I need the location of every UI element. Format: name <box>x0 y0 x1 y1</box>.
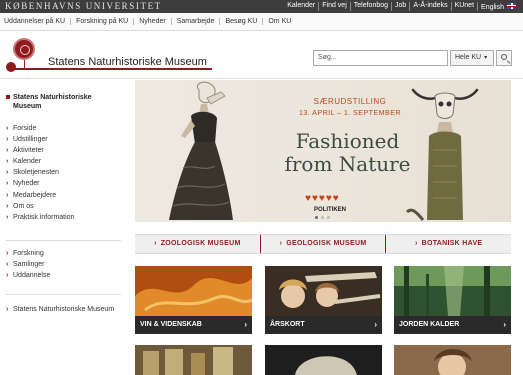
header-rule <box>12 68 212 70</box>
sidebar-menu-main: Forside Udstillinger Aktiviteter Kalende… <box>6 123 126 223</box>
banner-headline-line2: from Nature <box>284 152 411 176</box>
nav-item-about[interactable]: Om KU <box>262 18 296 25</box>
wine-science-image <box>135 266 252 316</box>
top-link-index[interactable]: A-Å-indeks <box>409 2 450 11</box>
university-seal-logo[interactable] <box>13 38 35 60</box>
portrait-image[interactable] <box>394 345 511 375</box>
site-title[interactable]: Statens Naturhistoriske Museum <box>48 56 207 68</box>
chevron-right-icon: › <box>279 240 283 247</box>
tile-caption-label: ÅRSKORT <box>270 321 305 328</box>
carousel-pager <box>315 216 330 219</box>
museum-category-bar: › ZOOLOGISK MUSEUM › GEOLOGISK MUSEUM › BOT… <box>135 234 511 254</box>
chevron-right-icon: › <box>154 240 157 247</box>
sidebar-divider <box>6 294 121 295</box>
exhibition-banner[interactable]: SÆRUDSTILLING 13. APRIL – 1. SEPTEMBER F… <box>135 80 511 222</box>
category-botanical-garden[interactable]: › BOTANISK HAVE <box>385 235 511 253</box>
sidebar-item-kalender[interactable]: Kalender <box>6 156 126 167</box>
carousel-dot[interactable] <box>315 216 318 219</box>
chevron-right-icon: › <box>503 320 506 329</box>
nav-item-education[interactable]: Uddannelser på KU <box>4 18 70 25</box>
sidebar-item-snm[interactable]: Statens Naturhistoriske Museum <box>6 304 126 315</box>
skull-image[interactable] <box>265 345 382 375</box>
nav-item-collaboration[interactable]: Samarbejde <box>170 18 220 25</box>
search-input[interactable]: Søg... <box>313 50 448 66</box>
annual-pass-image <box>265 266 382 316</box>
university-topbar: KØBENHAVNS UNIVERSITET Kalender Find vej… <box>0 0 523 13</box>
sidebar-divider <box>6 240 121 241</box>
university-brand[interactable]: KØBENHAVNS UNIVERSITET <box>5 1 162 11</box>
sidebar-item-skoletjenesten[interactable]: Skoletjenesten <box>6 167 126 178</box>
chevron-right-icon: › <box>244 320 247 329</box>
sidebar-item-udstillinger[interactable]: Udstillinger <box>6 134 126 145</box>
sidebar-heading-label: Statens Naturhistoriske Museum <box>13 94 92 110</box>
top-link-english-label: English <box>481 4 504 11</box>
tile-earth-calling[interactable]: JORDEN KALDER › <box>394 266 511 334</box>
tile-caption-label: VIN & VIDENSKAB <box>140 321 202 328</box>
tile-caption: VIN & VIDENSKAB › <box>135 316 252 334</box>
sidebar-item-uddannelse[interactable]: Uddannelse <box>6 270 126 281</box>
search-button[interactable] <box>496 50 512 66</box>
forest-image <box>394 266 511 316</box>
sidebar-menu-secondary: Forskning Samlinger Uddannelse <box>6 248 126 281</box>
sidebar-item-samlinger[interactable]: Samlinger <box>6 259 126 270</box>
search-scope-select[interactable]: Hele KU ▾ <box>450 50 494 66</box>
carousel-dot[interactable] <box>321 216 324 219</box>
uk-flag-icon <box>507 3 516 9</box>
top-link-phonebook[interactable]: Telefonbog <box>349 2 391 11</box>
top-link-kunet[interactable]: KUnet <box>450 2 477 11</box>
header-divider <box>0 78 523 79</box>
search-icon <box>501 54 507 60</box>
chevron-right-icon: › <box>374 320 377 329</box>
top-link-find-way[interactable]: Find vej <box>318 2 350 11</box>
sidebar-menu-footer: Statens Naturhistoriske Museum <box>6 304 126 315</box>
top-link-job[interactable]: Job <box>391 2 409 11</box>
sidebar-item-praktisk-information[interactable]: Praktisk information <box>6 212 126 223</box>
tile-wine-science[interactable]: VIN & VIDENSKAB › <box>135 266 252 334</box>
nav-item-research[interactable]: Forskning på KU <box>70 18 133 25</box>
tile-caption: JORDEN KALDER › <box>394 316 511 334</box>
model-with-skull-illustration <box>169 81 233 220</box>
tile-caption: ÅRSKORT › <box>265 316 382 334</box>
tile-caption-label: JORDEN KALDER <box>399 321 460 328</box>
carousel-dot[interactable] <box>327 216 330 219</box>
specimen-jars-image[interactable] <box>135 345 252 375</box>
category-label: ZOOLOGISK MUSEUM <box>160 240 241 247</box>
main-navigation: Uddannelser på KU Forskning på KU Nyhede… <box>0 13 523 31</box>
category-label: GEOLOGISK MUSEUM <box>286 240 367 247</box>
banner-kicker: SÆRUDSTILLING <box>313 97 387 106</box>
sidebar-item-forside[interactable]: Forside <box>6 123 126 134</box>
sidebar-item-aktiviteter[interactable]: Aktiviteter <box>6 145 126 156</box>
banner-headline: Fashioned from Nature <box>255 130 440 176</box>
banner-headline-line1: Fashioned <box>295 129 400 153</box>
top-links: Kalender Find vej Telefonbog Job A-Å-ind… <box>284 2 519 11</box>
search-scope-label: Hele KU <box>455 54 482 61</box>
tile-annual-pass[interactable]: ÅRSKORT › <box>265 266 382 334</box>
logo-dot <box>6 62 16 72</box>
category-zoological-museum[interactable]: › ZOOLOGISK MUSEUM <box>135 235 260 253</box>
sidebar-item-nyheder[interactable]: Nyheder <box>6 178 126 189</box>
nav-item-news[interactable]: Nyheder <box>133 18 170 25</box>
sidebar-item-om-os[interactable]: Om os <box>6 201 126 212</box>
category-geological-museum[interactable]: › GEOLOGISK MUSEUM <box>259 235 386 253</box>
chevron-down-icon: ▾ <box>484 55 488 61</box>
top-link-calendar[interactable]: Kalender <box>284 2 318 11</box>
sidebar-item-forskning[interactable]: Forskning <box>6 248 126 259</box>
sidebar-item-medarbejdere[interactable]: Medarbejdere <box>6 190 126 201</box>
banner-dates: 13. APRIL – 1. SEPTEMBER <box>298 108 401 117</box>
nav-item-visit[interactable]: Besøg KU <box>219 18 262 25</box>
chevron-right-icon: › <box>414 240 418 247</box>
category-label: BOTANISK HAVE <box>421 240 483 247</box>
banner-publisher: POLITIKEN <box>313 207 346 213</box>
rating-hearts-icon: ♥♥♥♥♥ <box>305 193 340 204</box>
top-link-english[interactable]: English <box>477 2 519 11</box>
sidebar-heading[interactable]: Statens Naturhistoriske Museum <box>6 93 116 111</box>
